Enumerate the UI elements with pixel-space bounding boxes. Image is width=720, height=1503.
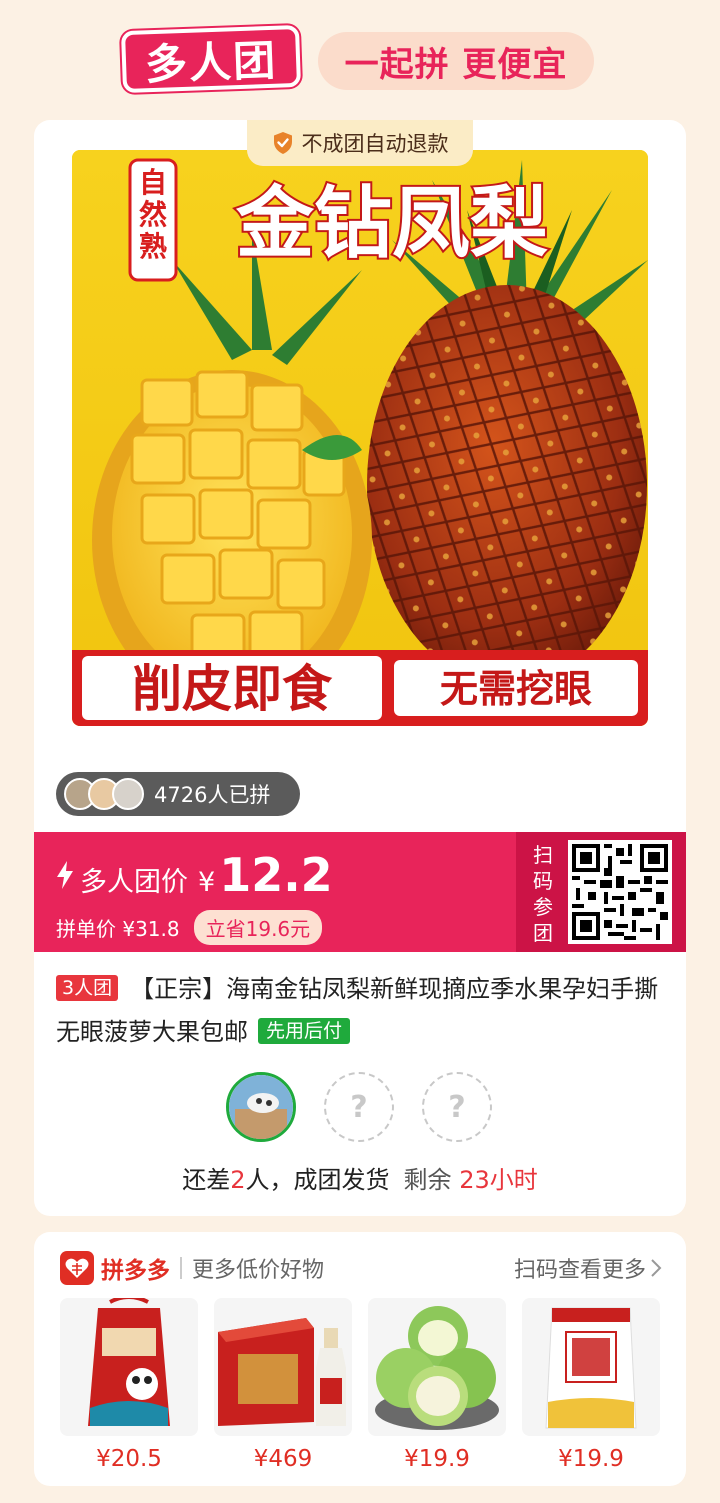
currency-symbol: ¥: [198, 867, 216, 898]
empty-slot-mark: ?: [350, 1089, 368, 1125]
goods-image: [522, 1298, 660, 1436]
joined-count-pill: 4726人已拼: [56, 772, 300, 816]
product-title-text: 【正宗】海南金钻凤梨新鲜现摘应季水果孕妇手撕无眼菠萝大果包邮: [56, 975, 659, 1046]
scan-more-text: 扫码查看更多: [513, 1258, 646, 1283]
goods-item[interactable]: ¥20.5: [60, 1298, 198, 1472]
pay-later-tag: 先用后付: [258, 1018, 351, 1044]
group-price-label: 多人团价: [80, 867, 188, 898]
image-headline: 金钻凤梨: [235, 179, 548, 269]
product-card: 不成团自动退款 自然熟 金钻凤梨 削皮即食 无需挖眼 4726人已拼 多人团价 …: [34, 120, 686, 1216]
solo-price: 拼单价 ¥31.8: [56, 917, 180, 941]
remain-label: 剩余: [403, 1166, 452, 1194]
goods-price: ¥19.9: [558, 1446, 624, 1472]
goods-image: [368, 1298, 506, 1436]
status-prefix: 还差: [182, 1166, 231, 1194]
goods-image: [60, 1298, 198, 1436]
recommend-card: 拼多多 更多低价好物 扫码查看更多 ¥20.5 ¥469 ¥19.9 ¥19.9: [34, 1232, 686, 1486]
recommend-subtitle: 更多低价好物: [192, 1258, 325, 1283]
goods-image: [214, 1298, 352, 1436]
brand-name: 拼多多: [101, 1258, 170, 1284]
group-status: 还差2人，成团发货 剩余 23小时: [34, 1160, 686, 1195]
empty-slot-mark: ?: [448, 1089, 466, 1125]
status-count: 2: [230, 1166, 246, 1194]
group-logo-text: 多人团: [144, 35, 278, 89]
group-price-value: 12.2: [219, 848, 333, 902]
scan-label: 扫码参团: [533, 843, 553, 945]
page-header: 多人团 一起拼 更便宜: [0, 0, 720, 110]
image-bottom-left-text: 削皮即食: [132, 660, 333, 718]
scan-to-join[interactable]: 扫码参团: [516, 832, 686, 952]
divider: [180, 1257, 182, 1279]
solo-price-row: 拼单价 ¥31.8 立省19.6元: [56, 910, 323, 945]
qr-code-icon[interactable]: [568, 840, 672, 944]
joined-avatars: [64, 778, 144, 810]
shield-check-icon: [273, 132, 292, 154]
price-bar: 多人团价 ¥ 12.2 拼单价 ¥31.8 立省19.6元 扫码参团: [34, 832, 686, 952]
goods-price: ¥20.5: [96, 1446, 162, 1472]
group-size-tag: 3人团: [56, 975, 119, 1001]
empty-slot: ?: [422, 1072, 492, 1142]
goods-item[interactable]: ¥19.9: [522, 1298, 660, 1472]
member-avatar: [226, 1072, 296, 1142]
avatar: [112, 778, 144, 810]
lightning-icon: [57, 861, 73, 889]
joined-count-text: 4726人已拼: [154, 783, 271, 807]
group-logo: 多人团: [120, 24, 302, 94]
group-price-row: 多人团价 ¥ 12.2: [56, 848, 333, 902]
status-suffix: 人，成团发货: [245, 1166, 390, 1194]
chevron-right-icon: [651, 1259, 662, 1277]
scan-more-link[interactable]: 扫码查看更多: [514, 1252, 662, 1284]
pinduoduo-logo-icon: [60, 1251, 94, 1285]
refund-badge-text: 不成团自动退款: [301, 132, 449, 156]
image-bottom-right-text: 无需挖眼: [440, 667, 592, 711]
group-slots: ? ?: [226, 1072, 496, 1142]
empty-slot: ?: [324, 1072, 394, 1142]
image-tag-text: 自然熟: [139, 166, 167, 263]
remain-time: 23小时: [459, 1166, 538, 1194]
goods-item[interactable]: ¥19.9: [368, 1298, 506, 1472]
goods-item[interactable]: ¥469: [214, 1298, 352, 1472]
goods-price: ¥19.9: [404, 1446, 470, 1472]
product-title[interactable]: 3人团 【正宗】海南金钻凤梨新鲜现摘应季水果孕妇手撕无眼菠萝大果包邮 先用后付: [56, 968, 664, 1054]
goods-price: ¥469: [253, 1446, 313, 1472]
slogan: 一起拼 更便宜: [318, 32, 594, 90]
product-image[interactable]: 自然熟 金钻凤梨 削皮即食 无需挖眼: [72, 150, 648, 726]
refund-badge: 不成团自动退款: [247, 120, 473, 166]
goods-list: ¥20.5 ¥469 ¥19.9 ¥19.9: [60, 1298, 660, 1478]
recommend-header: 拼多多 更多低价好物 扫码查看更多: [60, 1250, 662, 1286]
save-badge: 立省19.6元: [193, 910, 323, 945]
